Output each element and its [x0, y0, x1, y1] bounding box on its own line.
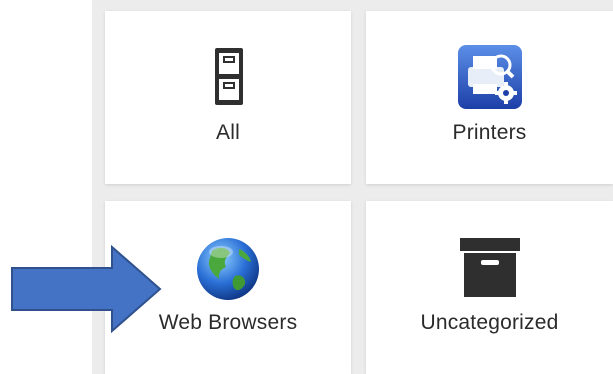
pointer-arrow-icon	[11, 245, 162, 333]
category-tile-printers[interactable]: Printers	[366, 11, 613, 184]
category-tile-uncategorized[interactable]: Uncategorized	[366, 201, 613, 374]
file-cabinet-icon	[215, 48, 243, 105]
category-label-printers: Printers	[452, 121, 527, 144]
category-label-uncategorized: Uncategorized	[420, 311, 559, 334]
printer-settings-icon	[457, 45, 522, 109]
category-grid-view: All Printers Web Browsers Uncategorized	[0, 0, 613, 374]
archive-box-icon	[459, 238, 520, 297]
globe-icon	[197, 238, 259, 300]
category-label-all: All	[216, 121, 240, 144]
category-tile-all[interactable]: All	[105, 11, 351, 184]
